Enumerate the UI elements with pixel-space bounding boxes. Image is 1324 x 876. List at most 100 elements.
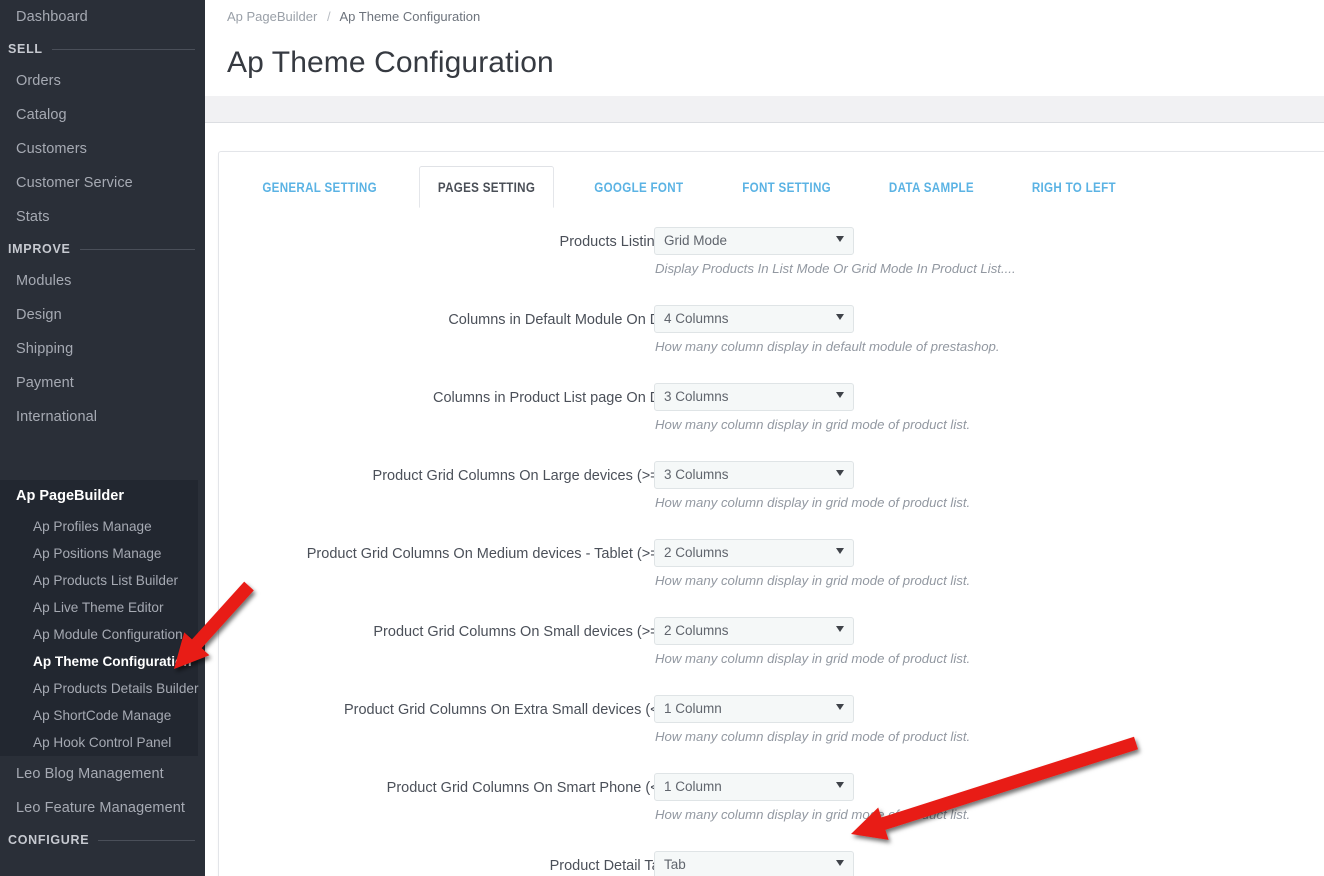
sidebar-sections: SELL Orders Catalog Customers Customer Servi… <box>0 34 205 434</box>
sidebar-group-ap-pagebuilder: Ap PageBuilder Ap Profiles Manage Ap Posi… <box>0 480 198 756</box>
sidebar-item-design[interactable]: Design <box>0 298 205 332</box>
main-area: Ap PageBuilder / Ap Theme Configuration … <box>205 0 1324 876</box>
sidebar-item-shipping[interactable]: Shipping <box>0 332 205 366</box>
sidebar-subitem-ap-module-configuration[interactable]: Ap Module Configuration <box>0 621 198 648</box>
field-grid-columns-large-hint: How many column display in grid mode of … <box>655 495 971 510</box>
sidebar-section-configure-label: CONFIGURE <box>8 833 90 847</box>
breadcrumb-parent[interactable]: Ap PageBuilder <box>227 9 317 24</box>
sidebar: Dashboard SELL Orders Catalog Customers Cust… <box>0 0 205 876</box>
tab-google-font-label: GOOGLE FONT <box>594 179 684 195</box>
sidebar-item-customer-service[interactable]: Customer Service <box>0 166 205 200</box>
tab-general-setting-label: GENERAL SETTING <box>262 179 377 195</box>
sidebar-item-stats[interactable]: Stats <box>0 200 205 234</box>
form-row: Columns in Default Module On Desktop 4 Co… <box>219 302 1324 380</box>
tab-data-sample-label: DATA SAMPLE <box>889 179 975 195</box>
form-row: Product Grid Columns On Small devices (>… <box>219 614 1324 692</box>
sidebar-top-items: Dashboard <box>0 0 205 34</box>
sidebar-item-leo-feature-management[interactable]: Leo Feature Management <box>0 791 205 825</box>
sidebar-item-international[interactable]: International <box>0 400 205 434</box>
sidebar-top-strip <box>0 0 205 5</box>
field-grid-columns-medium-label: Product Grid Columns On Medium devices -… <box>306 546 703 562</box>
sidebar-section-configure: CONFIGURE <box>0 825 205 855</box>
form-row: Product Grid Columns On Smart Phone (<48… <box>219 770 1324 848</box>
field-grid-columns-large[interactable]: 3 Columns <box>654 461 854 489</box>
settings-form: Products Listing Mode Grid Mode Display Pr… <box>219 224 1324 876</box>
tab-righ-to-left[interactable]: RIGH TO LEFT <box>1013 166 1135 208</box>
tab-google-font[interactable]: GOOGLE FONT <box>576 166 703 208</box>
sidebar-subitem-ap-products-list-builder[interactable]: Ap Products List Builder <box>0 567 198 594</box>
field-columns-default-module-desktop-hint: How many column display in default modul… <box>655 339 1000 354</box>
sidebar-item-dashboard[interactable]: Dashboard <box>0 0 205 34</box>
field-grid-columns-smart-phone-wrapper: 1 Column <box>654 773 854 801</box>
sidebar-lower: Leo Blog Management Leo Feature Managemen… <box>0 757 205 855</box>
tab-data-sample[interactable]: DATA SAMPLE <box>870 166 993 208</box>
sidebar-subitem-ap-theme-configuration[interactable]: Ap Theme Configuration <box>0 648 198 675</box>
sidebar-section-sell-label: SELL <box>8 42 43 56</box>
sidebar-subitem-ap-profiles-manage[interactable]: Ap Profiles Manage <box>0 513 198 540</box>
sidebar-section-improve-label: IMPROVE <box>8 242 71 256</box>
field-products-listing-mode-hint: Display Products In List Mode Or Grid Mo… <box>655 261 1016 276</box>
form-row: Columns in Product List page On Desktop 3… <box>219 380 1324 458</box>
field-columns-default-module-desktop[interactable]: 4 Columns <box>654 305 854 333</box>
field-grid-columns-smart-phone[interactable]: 1 Column <box>654 773 854 801</box>
field-grid-columns-extra-small[interactable]: 1 Column <box>654 695 854 723</box>
field-grid-columns-extra-small-hint: How many column display in grid mode of … <box>655 729 971 744</box>
breadcrumb: Ap PageBuilder / Ap Theme Configuration <box>227 9 480 24</box>
tab-font-setting-label: FONT SETTING <box>742 179 831 195</box>
sidebar-item-customers[interactable]: Customers <box>0 132 205 166</box>
field-grid-columns-small-hint: How many column display in grid mode of … <box>655 651 971 666</box>
form-row: Product Grid Columns On Extra Small devi… <box>219 692 1324 770</box>
sidebar-item-leo-blog-management[interactable]: Leo Blog Management <box>0 757 205 791</box>
field-columns-product-list-desktop-wrapper: 3 Columns <box>654 383 854 411</box>
field-product-detail-tab-type[interactable]: Tab <box>654 851 854 876</box>
field-products-listing-mode-wrapper: Grid Mode <box>654 227 854 255</box>
field-columns-default-module-desktop-wrapper: 4 Columns <box>654 305 854 333</box>
field-grid-columns-extra-small-label: Product Grid Columns On Extra Small devi… <box>343 702 703 718</box>
sidebar-section-improve: IMPROVE <box>0 234 205 264</box>
sidebar-item-payment[interactable]: Payment <box>0 366 205 400</box>
tab-font-setting[interactable]: FONT SETTING <box>723 166 850 208</box>
form-row: Product Grid Columns On Large devices (>… <box>219 458 1324 536</box>
tab-bar: GENERAL SETTING PAGES SETTING GOOGLE FONT F… <box>219 166 1324 208</box>
breadcrumb-separator: / <box>326 9 331 24</box>
field-grid-columns-large-wrapper: 3 Columns <box>654 461 854 489</box>
sidebar-item-ap-pagebuilder[interactable]: Ap PageBuilder <box>0 480 198 513</box>
sidebar-item-catalog[interactable]: Catalog <box>0 98 205 132</box>
sidebar-subitem-ap-hook-control-panel[interactable]: Ap Hook Control Panel <box>0 729 198 756</box>
field-grid-columns-small[interactable]: 2 Columns <box>654 617 854 645</box>
form-row: Product Grid Columns On Medium devices -… <box>219 536 1324 614</box>
field-columns-product-list-desktop-hint: How many column display in grid mode of … <box>655 417 971 432</box>
field-columns-product-list-desktop[interactable]: 3 Columns <box>654 383 854 411</box>
field-grid-columns-medium[interactable]: 2 Columns <box>654 539 854 567</box>
page-title: Ap Theme Configuration <box>227 46 554 80</box>
sidebar-subitem-ap-shortcode-manage[interactable]: Ap ShortCode Manage <box>0 702 198 729</box>
sidebar-subitem-ap-products-details-builder[interactable]: Ap Products Details Builder <box>0 675 198 702</box>
form-row: Product Detail Tab Type Tab <box>219 848 1324 876</box>
breadcrumb-current: Ap Theme Configuration <box>339 9 481 24</box>
tab-pages-setting[interactable]: PAGES SETTING <box>419 166 555 208</box>
page-header: Ap PageBuilder / Ap Theme Configuration … <box>205 0 1324 96</box>
field-grid-columns-medium-hint: How many column display in grid mode of … <box>655 573 971 588</box>
sidebar-section-sell: SELL <box>0 34 205 64</box>
sidebar-item-modules[interactable]: Modules <box>0 264 205 298</box>
field-products-listing-mode[interactable]: Grid Mode <box>654 227 854 255</box>
field-grid-columns-medium-wrapper: 2 Columns <box>654 539 854 567</box>
sidebar-submenu-ap-pagebuilder: Ap Profiles Manage Ap Positions Manage Ap … <box>0 513 198 756</box>
form-row: Products Listing Mode Grid Mode Display Pr… <box>219 224 1324 302</box>
tab-general-setting[interactable]: GENERAL SETTING <box>243 166 395 208</box>
sidebar-section-divider <box>51 48 195 50</box>
tab-righ-to-left-label: RIGH TO LEFT <box>1031 179 1116 195</box>
sidebar-item-orders[interactable]: Orders <box>0 64 205 98</box>
sidebar-section-divider <box>98 839 195 841</box>
content-top-band <box>205 96 1324 123</box>
field-product-detail-tab-type-wrapper: Tab <box>654 851 854 876</box>
tab-pages-setting-label: PAGES SETTING <box>438 179 536 195</box>
sidebar-subitem-ap-positions-manage[interactable]: Ap Positions Manage <box>0 540 198 567</box>
sidebar-section-divider <box>79 248 195 250</box>
settings-card: GENERAL SETTING PAGES SETTING GOOGLE FONT F… <box>218 151 1324 876</box>
sidebar-lower-items: Leo Blog Management Leo Feature Managemen… <box>0 757 205 825</box>
field-grid-columns-smart-phone-hint: How many column display in grid mode of … <box>655 807 971 822</box>
field-grid-columns-extra-small-wrapper: 1 Column <box>654 695 854 723</box>
sidebar-subitem-ap-live-theme-editor[interactable]: Ap Live Theme Editor <box>0 594 198 621</box>
content-body: GENERAL SETTING PAGES SETTING GOOGLE FONT F… <box>205 124 1324 876</box>
